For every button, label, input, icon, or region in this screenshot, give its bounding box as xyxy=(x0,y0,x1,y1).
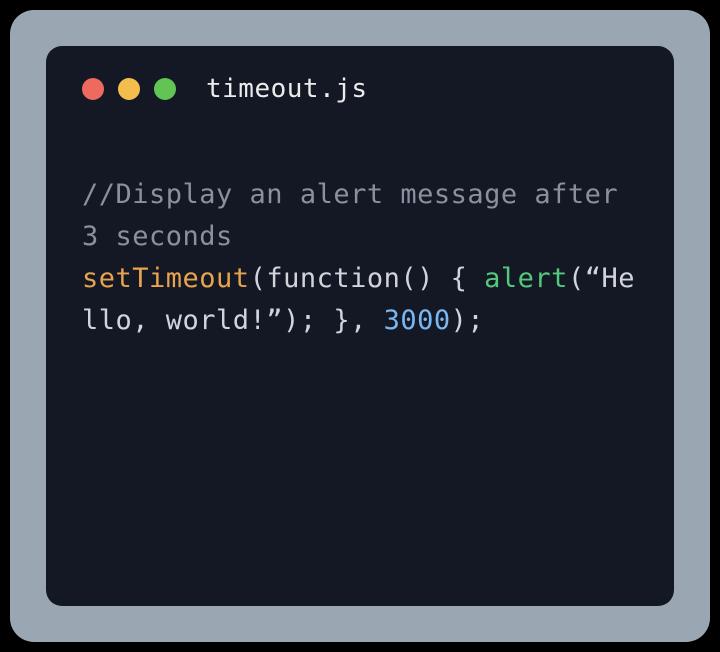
code-close1: ); xyxy=(451,305,485,336)
titlebar: timeout.js xyxy=(82,74,638,104)
window-frame: timeout.js //Display an alert message af… xyxy=(10,10,710,642)
traffic-lights xyxy=(82,78,176,100)
code-close2: ); }, xyxy=(283,305,384,336)
code-paren-open2: ( xyxy=(568,263,585,294)
code-comment: //Display an alert message after 3 secon… xyxy=(82,179,618,252)
code-block[interactable]: //Display an alert message after 3 secon… xyxy=(82,174,638,341)
editor-window: timeout.js //Display an alert message af… xyxy=(46,46,674,606)
code-fn-alert: alert xyxy=(484,263,568,294)
close-icon[interactable] xyxy=(82,78,104,100)
code-keyword-function: function xyxy=(266,263,400,294)
code-paren-open: ( xyxy=(250,263,267,294)
filename-label: timeout.js xyxy=(206,74,368,104)
code-parens-empty: () { xyxy=(400,263,484,294)
maximize-icon[interactable] xyxy=(154,78,176,100)
code-number: 3000 xyxy=(384,305,451,336)
minimize-icon[interactable] xyxy=(118,78,140,100)
code-fn-settimeout: setTimeout xyxy=(82,263,250,294)
